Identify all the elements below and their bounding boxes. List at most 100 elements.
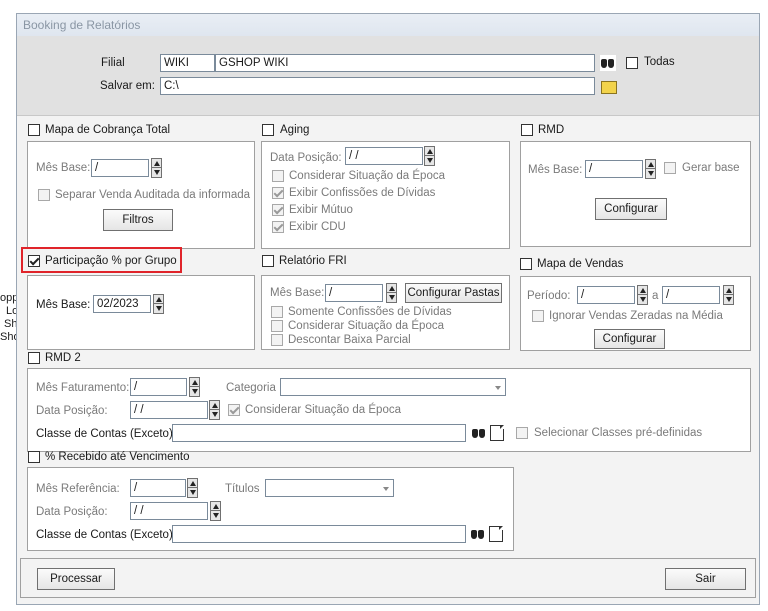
fri-checkbox[interactable]	[262, 255, 274, 267]
rmd-mes-base-input[interactable]: /	[585, 160, 643, 178]
ignorar-checkbox[interactable]	[532, 310, 544, 322]
rmd-mes-base-label: Mês Base:	[528, 164, 583, 176]
recebido-data-posicao-input[interactable]: / /	[130, 502, 208, 520]
todas-checkbox[interactable]	[626, 57, 638, 69]
aging-opt1-checkbox[interactable]	[272, 170, 284, 182]
titulos-label: Títulos	[225, 483, 260, 495]
periodo-from-spinner[interactable]	[637, 285, 648, 305]
mapa-cobranca-checkbox[interactable]	[28, 124, 40, 136]
categoria-label: Categoria	[226, 382, 276, 394]
ignorar-label: Ignorar Vendas Zeradas na Média	[549, 310, 723, 322]
rmd-checkbox[interactable]	[521, 124, 533, 136]
fri-mes-base-spinner[interactable]	[386, 283, 397, 303]
participacao-panel: Mês Base: 02/2023	[27, 275, 255, 350]
filtros-button[interactable]: Filtros	[103, 209, 173, 231]
filial-label: Filial	[101, 57, 125, 69]
aging-title: Aging	[280, 124, 310, 136]
selecionar-classes-label: Selecionar Classes pré-definidas	[534, 427, 703, 439]
rmd-configurar-button[interactable]: Configurar	[595, 198, 667, 220]
search-binoculars-icon[interactable]	[600, 55, 616, 71]
filial-name-input[interactable]: GSHOP WIKI	[215, 54, 595, 72]
rmd2-data-posicao-label: Data Posição:	[36, 405, 108, 417]
mes-faturamento-label: Mês Faturamento:	[36, 382, 130, 394]
salvar-path-input[interactable]: C:\	[160, 77, 595, 95]
participacao-checkbox[interactable]	[28, 255, 40, 267]
selecionar-classes-checkbox[interactable]	[516, 427, 528, 439]
categoria-select[interactable]	[280, 378, 506, 396]
rmd2-classe-input[interactable]	[172, 424, 466, 442]
fri-opt3-checkbox[interactable]	[271, 334, 283, 346]
separar-checkbox[interactable]	[38, 189, 50, 201]
sair-button[interactable]: Sair	[665, 568, 746, 590]
aging-checkbox[interactable]	[262, 124, 274, 136]
recebido-data-posicao-spinner[interactable]	[210, 501, 221, 521]
rmd2-data-posicao-input[interactable]: / /	[130, 401, 208, 419]
rmd2-considerar-checkbox[interactable]	[228, 404, 240, 416]
rmd-mes-base-spinner[interactable]	[645, 159, 656, 179]
gerar-base-label: Gerar base	[682, 162, 740, 174]
rmd2-panel: Mês Faturamento: / Categoria Data Posiçã…	[27, 368, 751, 452]
mes-referencia-input[interactable]: /	[130, 479, 186, 497]
mapa-vendas-title: Mapa de Vendas	[537, 258, 624, 270]
fri-opt2-checkbox[interactable]	[271, 320, 283, 332]
gerar-base-checkbox[interactable]	[664, 162, 676, 174]
mes-base-spinner[interactable]	[151, 158, 162, 178]
mes-base-input[interactable]: /	[91, 159, 149, 177]
aging-panel: Data Posição: / / Considerar Situação da…	[261, 141, 510, 249]
mapa-vendas-panel: Período: / a / Ignorar Vendas Zeradas na…	[520, 276, 751, 351]
rmd-panel: Mês Base: / Gerar base Configurar	[520, 141, 751, 247]
footer-panel: Processar Sair	[20, 558, 756, 598]
mapa-cobranca-title: Mapa de Cobrança Total	[45, 124, 171, 136]
data-posicao-spinner[interactable]	[424, 146, 435, 166]
aging-opt2-checkbox[interactable]	[272, 187, 284, 199]
filial-code-input[interactable]: WIKI	[160, 54, 215, 72]
fri-opt3-label: Descontar Baixa Parcial	[288, 334, 411, 346]
chevron-down-icon[interactable]	[492, 379, 504, 395]
search-binoculars-icon[interactable]	[470, 526, 486, 542]
mes-referencia-spinner[interactable]	[187, 478, 198, 498]
periodo-to-input[interactable]: /	[662, 286, 720, 304]
recebido-panel: Mês Referência: / Títulos Data Posição: …	[27, 467, 514, 551]
periodo-a-label: a	[652, 290, 659, 302]
participacao-spinner[interactable]	[153, 294, 164, 314]
rmd2-checkbox[interactable]	[28, 352, 40, 364]
periodo-to-spinner[interactable]	[723, 285, 734, 305]
document-icon[interactable]	[490, 425, 504, 441]
aging-opt3-checkbox[interactable]	[272, 204, 284, 216]
fri-panel: Mês Base: / Configurar Pastas Somente Co…	[261, 275, 510, 350]
folder-icon[interactable]	[601, 81, 617, 94]
periodo-label: Período:	[527, 290, 571, 302]
separar-label: Separar Venda Auditada da informada	[55, 189, 251, 201]
processar-button[interactable]: Processar	[37, 568, 115, 590]
mapa-cobranca-panel: Mês Base: / Separar Venda Auditada da in…	[27, 141, 255, 249]
data-posicao-label: Data Posição:	[270, 152, 342, 164]
mes-faturamento-input[interactable]: /	[130, 378, 187, 396]
fri-opt1-checkbox[interactable]	[271, 306, 283, 318]
aging-opt1-label: Considerar Situação da Época	[289, 170, 445, 182]
rmd2-title: RMD 2	[45, 352, 81, 364]
periodo-from-input[interactable]: /	[577, 286, 635, 304]
participacao-mes-base-input[interactable]: 02/2023	[93, 295, 151, 313]
mes-faturamento-spinner[interactable]	[189, 377, 200, 397]
search-binoculars-icon[interactable]	[471, 425, 487, 441]
recebido-classe-input[interactable]	[172, 525, 466, 543]
aging-opt4-label: Exibir CDU	[289, 221, 346, 233]
rmd2-data-posicao-spinner[interactable]	[209, 400, 220, 420]
document-icon[interactable]	[489, 526, 503, 542]
recebido-classe-label: Classe de Contas (Exceto)	[36, 529, 173, 541]
data-posicao-input[interactable]: / /	[345, 147, 423, 165]
title-bar: Booking de Relatórios	[17, 14, 759, 36]
fri-mes-base-label: Mês Base:	[270, 287, 325, 299]
participacao-mes-base-label: Mês Base:	[36, 299, 91, 311]
mapa-vendas-configurar-button[interactable]: Configurar	[594, 329, 665, 349]
configurar-pastas-button[interactable]: Configurar Pastas	[405, 283, 502, 303]
mapa-vendas-checkbox[interactable]	[520, 258, 532, 270]
todas-label: Todas	[644, 56, 675, 68]
fri-mes-base-input[interactable]: /	[325, 284, 383, 302]
recebido-checkbox[interactable]	[28, 451, 40, 463]
chevron-down-icon[interactable]	[380, 480, 392, 496]
processar-label: Processar	[50, 573, 102, 585]
titulos-select[interactable]	[265, 479, 394, 497]
header-panel: Filial WIKI GSHOP WIKI Todas Salvar em: …	[17, 36, 759, 116]
aging-opt4-checkbox[interactable]	[272, 221, 284, 233]
